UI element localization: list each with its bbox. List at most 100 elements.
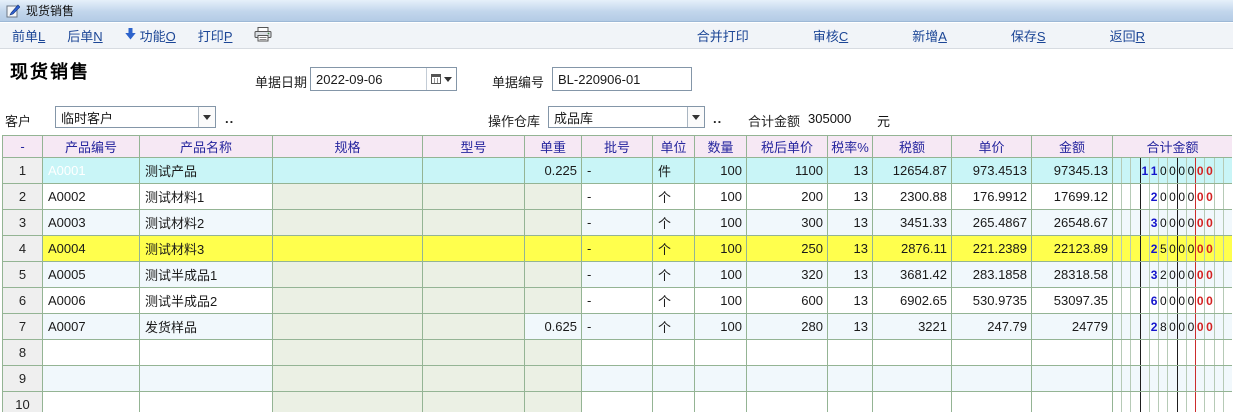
cell-tax[interactable]: 2876.11 <box>873 236 952 262</box>
cell-qty[interactable]: 100 <box>695 314 747 340</box>
cell-price-with-tax[interactable]: 280 <box>747 314 828 340</box>
cell-amount[interactable]: 53097.35 <box>1032 288 1113 314</box>
toolbar-button-left-0[interactable]: 前单L <box>12 26 45 45</box>
cell-price[interactable]: 973.4513 <box>952 158 1032 184</box>
cell-qty[interactable]: 100 <box>695 158 747 184</box>
cell-product-code[interactable]: A0003 <box>43 210 140 236</box>
cell-tax-rate[interactable]: 13 <box>828 158 873 184</box>
cell-amount[interactable]: 24779 <box>1032 314 1113 340</box>
cell-tax[interactable]: 12654.87 <box>873 158 952 184</box>
cell-tax-rate[interactable]: 13 <box>828 184 873 210</box>
customer-more-button[interactable]: .. <box>225 114 234 124</box>
column-header-rownum[interactable]: - <box>3 136 43 158</box>
cell-batch[interactable]: - <box>582 314 653 340</box>
cell-ledger[interactable]: 2800000 <box>1113 314 1233 340</box>
cell-product-code[interactable] <box>43 366 140 392</box>
cell-product-code[interactable]: A0006 <box>43 288 140 314</box>
cell-tax[interactable]: 3451.33 <box>873 210 952 236</box>
cell-unit[interactable] <box>653 392 695 412</box>
cell-price[interactable]: 176.9912 <box>952 184 1032 210</box>
cell-model[interactable] <box>423 392 525 412</box>
cell-unit[interactable]: 个 <box>653 262 695 288</box>
column-header-batch[interactable]: 批号 <box>582 136 653 158</box>
cell-qty[interactable] <box>695 340 747 366</box>
cell-price[interactable] <box>952 392 1032 412</box>
cell-unit-weight[interactable]: 0.225 <box>525 158 582 184</box>
cell-unit[interactable]: 个 <box>653 210 695 236</box>
warehouse-select[interactable]: 成品库 <box>548 106 705 128</box>
cell-model[interactable] <box>423 314 525 340</box>
cell-unit[interactable] <box>653 366 695 392</box>
cell-unit-weight[interactable] <box>525 236 582 262</box>
cell-price-with-tax[interactable]: 1100 <box>747 158 828 184</box>
cell-qty[interactable]: 100 <box>695 184 747 210</box>
toolbar-button-left-3[interactable]: 打印P <box>198 26 233 45</box>
cell-unit-weight[interactable] <box>525 288 582 314</box>
cell-product-name[interactable] <box>140 340 273 366</box>
cell-rownum[interactable]: 4 <box>3 236 43 262</box>
warehouse-more-button[interactable]: .. <box>713 114 722 124</box>
toolbar-button-right-2[interactable]: 新增A <box>912 26 947 45</box>
cell-batch[interactable]: - <box>582 184 653 210</box>
cell-tax-rate[interactable]: 13 <box>828 314 873 340</box>
column-header-unit[interactable]: 单位 <box>653 136 695 158</box>
cell-model[interactable] <box>423 210 525 236</box>
cell-unit[interactable]: 个 <box>653 236 695 262</box>
cell-tax-rate[interactable]: 13 <box>828 210 873 236</box>
cell-amount[interactable]: 22123.89 <box>1032 236 1113 262</box>
cell-ledger[interactable] <box>1113 366 1233 392</box>
cell-product-name[interactable]: 测试半成品2 <box>140 288 273 314</box>
column-header-tax[interactable]: 税额 <box>873 136 952 158</box>
column-header-price[interactable]: 单价 <box>952 136 1032 158</box>
cell-product-name[interactable]: 测试材料2 <box>140 210 273 236</box>
cell-batch[interactable]: - <box>582 210 653 236</box>
cell-ledger[interactable]: 6000000 <box>1113 288 1233 314</box>
column-header-price-with-tax[interactable]: 税后单价 <box>747 136 828 158</box>
cell-unit[interactable]: 件 <box>653 158 695 184</box>
cell-tax-rate[interactable] <box>828 392 873 412</box>
cell-amount[interactable]: 28318.58 <box>1032 262 1113 288</box>
cell-rownum[interactable]: 1 <box>3 158 43 184</box>
cell-ledger[interactable]: 2500000 <box>1113 236 1233 262</box>
cell-amount[interactable]: 17699.12 <box>1032 184 1113 210</box>
cell-qty[interactable]: 100 <box>695 288 747 314</box>
column-header-spec[interactable]: 规格 <box>273 136 423 158</box>
cell-unit[interactable] <box>653 340 695 366</box>
cell-model[interactable] <box>423 184 525 210</box>
column-header-ledger[interactable]: 合计金额 <box>1113 136 1233 158</box>
cell-price-with-tax[interactable] <box>747 392 828 412</box>
cell-product-code[interactable] <box>43 392 140 412</box>
cell-product-code[interactable]: A0007 <box>43 314 140 340</box>
cell-product-name[interactable]: 测试材料1 <box>140 184 273 210</box>
cell-unit[interactable]: 个 <box>653 184 695 210</box>
cell-product-code[interactable]: A0004 <box>43 236 140 262</box>
cell-tax[interactable] <box>873 392 952 412</box>
cell-spec[interactable] <box>273 392 423 412</box>
column-header-model[interactable]: 型号 <box>423 136 525 158</box>
cell-rownum[interactable]: 10 <box>3 392 43 412</box>
cell-qty[interactable]: 100 <box>695 262 747 288</box>
cell-amount[interactable]: 97345.13 <box>1032 158 1113 184</box>
cell-product-code[interactable]: A0002 <box>43 184 140 210</box>
cell-price-with-tax[interactable] <box>747 340 828 366</box>
cell-rownum[interactable]: 9 <box>3 366 43 392</box>
cell-batch[interactable] <box>582 392 653 412</box>
cell-ledger[interactable]: 2000000 <box>1113 184 1233 210</box>
cell-product-name[interactable]: 测试材料3 <box>140 236 273 262</box>
cell-product-name[interactable]: 测试产品 <box>140 158 273 184</box>
cell-model[interactable] <box>423 340 525 366</box>
cell-price-with-tax[interactable]: 600 <box>747 288 828 314</box>
cell-rownum[interactable]: 8 <box>3 340 43 366</box>
cell-tax[interactable] <box>873 366 952 392</box>
cell-spec[interactable] <box>273 262 423 288</box>
cell-product-name[interactable] <box>140 392 273 412</box>
date-picker-button[interactable] <box>426 68 456 90</box>
cell-rownum[interactable]: 2 <box>3 184 43 210</box>
cell-tax[interactable]: 6902.65 <box>873 288 952 314</box>
cell-unit-weight[interactable] <box>525 340 582 366</box>
cell-tax[interactable] <box>873 340 952 366</box>
cell-qty[interactable] <box>695 392 747 412</box>
cell-spec[interactable] <box>273 340 423 366</box>
column-header-qty[interactable]: 数量 <box>695 136 747 158</box>
cell-ledger[interactable] <box>1113 392 1233 412</box>
